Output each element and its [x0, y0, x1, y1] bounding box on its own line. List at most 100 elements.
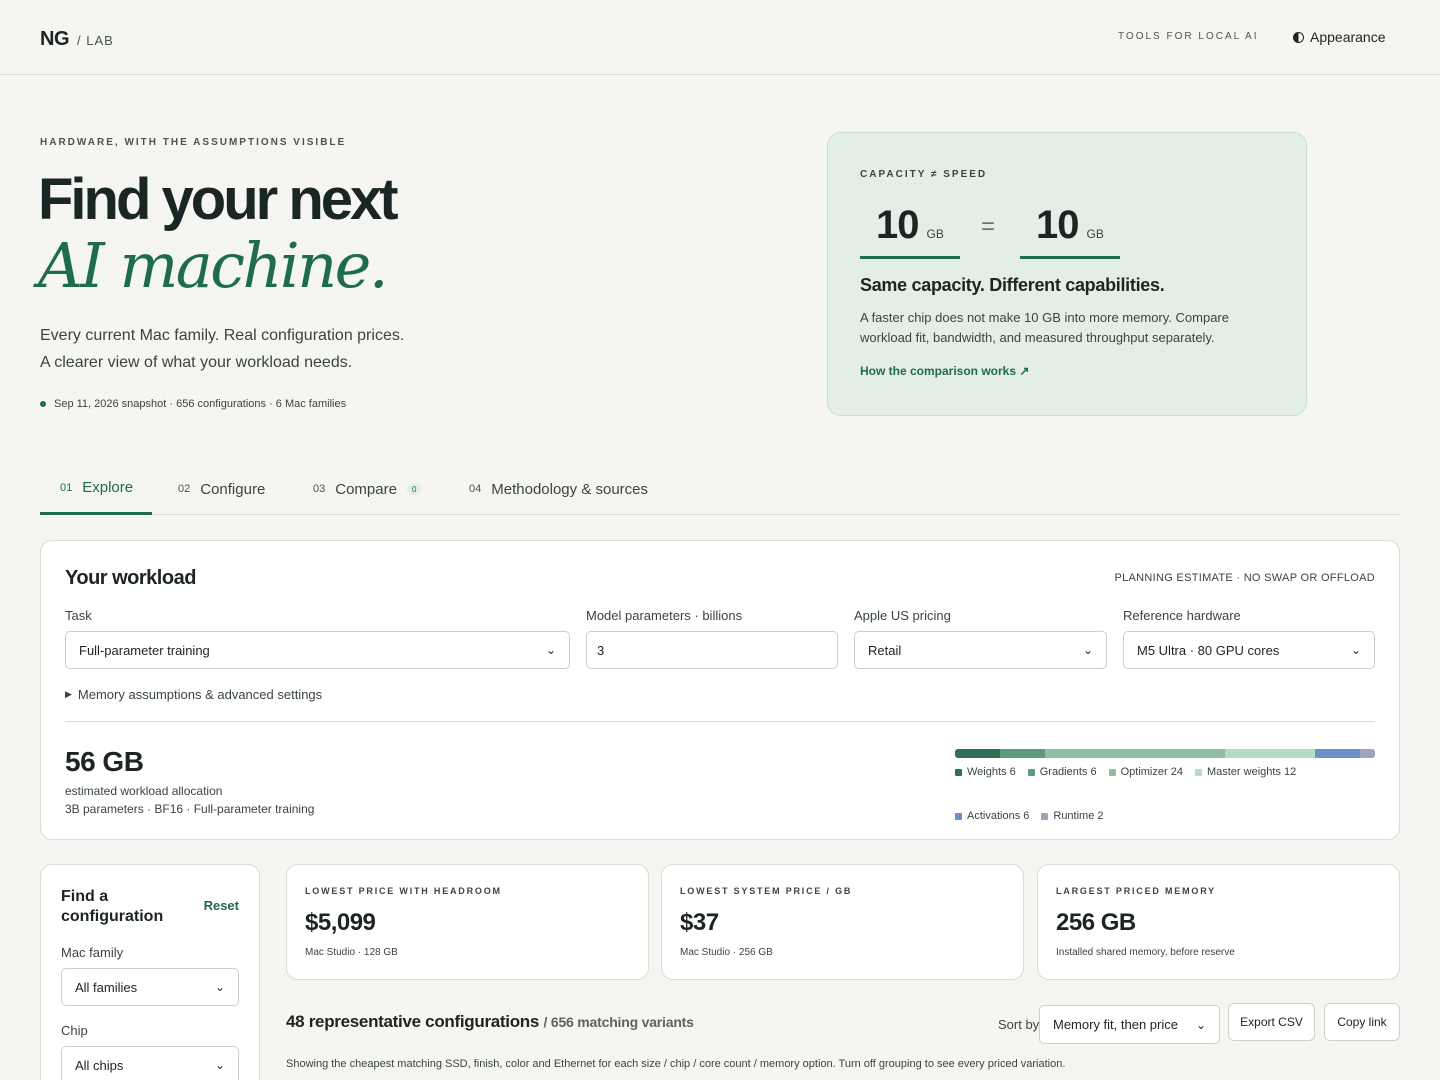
legend-label: Optimizer 24	[1120, 766, 1183, 778]
appearance-button[interactable]: Appearance	[1293, 29, 1386, 45]
reference-label: Reference hardware	[1123, 608, 1241, 623]
tab-number: 02	[178, 483, 191, 495]
memory-breakdown-bar	[955, 749, 1375, 758]
disclosure-triangle-icon: ▶	[65, 689, 72, 699]
top-bar: NG / LAB TOOLS FOR LOCAL AI Appearance	[0, 0, 1440, 75]
workload-note: PLANNING ESTIMATE · NO SWAP OR OFFLOAD	[1114, 572, 1375, 584]
hero-lede: Every current Mac family. Real configura…	[40, 322, 404, 376]
stat-subtext: Mac Studio · 128 GB	[305, 947, 398, 958]
reset-button[interactable]: Reset	[204, 898, 239, 913]
tab-label: Explore	[82, 479, 134, 496]
family-label: Mac family	[61, 945, 124, 960]
stat-value: $5,099	[305, 909, 376, 936]
snapshot-text: Sep 11, 2026 snapshot · 656 configuratio…	[54, 398, 347, 410]
copy-link-button[interactable]: Copy link	[1324, 1003, 1400, 1041]
stat-subtext: Installed shared memory, before reserve	[1056, 947, 1235, 958]
results-variants: / 656 matching variants	[543, 1014, 694, 1030]
legend-swatch	[1194, 768, 1202, 776]
capacity-title: Same capacity. Different capabilities.	[860, 275, 1165, 295]
legend-item: Optimizer 24	[1108, 766, 1183, 778]
stat-eyebrow: LARGEST PRICED MEMORY	[1056, 886, 1216, 896]
breakdown-segment	[955, 749, 1000, 758]
filter-title: Find a configuration	[61, 888, 164, 925]
stat-subtext: Mac Studio · 256 GB	[680, 947, 773, 958]
reference-select[interactable]: M5 Ultra · 80 GPU cores ⌄	[1123, 631, 1375, 669]
main-tabs: 01 Explore 02 Configure 03 Compare 0 04 …	[40, 463, 1400, 515]
contrast-icon	[1293, 31, 1304, 43]
pricing-label: Apple US pricing	[854, 608, 951, 623]
capacity-left-unit: GB	[926, 227, 944, 241]
capacity-right-number: 10	[1036, 203, 1079, 247]
export-csv-button[interactable]: Export CSV	[1228, 1003, 1315, 1041]
params-value: 3	[597, 642, 605, 658]
capacity-left-value: 10 GB	[860, 203, 960, 259]
params-label: Model parameters · billions	[586, 608, 743, 623]
tab-compare[interactable]: 03 Compare 0	[293, 463, 441, 515]
tab-configure[interactable]: 02 Configure	[158, 463, 285, 515]
filter-panel: Find a configuration Reset Mac family Al…	[40, 864, 260, 1080]
divider	[65, 721, 1375, 722]
breakdown-segment	[1000, 749, 1045, 758]
capacity-body: A faster chip does not make 10 GB into m…	[860, 310, 1229, 345]
legend-label: Activations 6	[967, 810, 1030, 822]
pricing-value: Retail	[868, 642, 902, 658]
legend-swatch	[955, 768, 962, 776]
params-input[interactable]: 3	[586, 631, 838, 669]
hero-title-line1: Find your next	[38, 167, 399, 232]
hero-eyebrow: HARDWARE, WITH THE ASSUMPTIONS VISIBLE	[40, 137, 347, 148]
sort-value: Memory fit, then price	[1053, 1017, 1178, 1032]
equals-sign: =	[981, 213, 996, 240]
stat-value: 256 GB	[1056, 909, 1136, 936]
breakdown-segment	[1360, 749, 1375, 758]
pricing-select[interactable]: Retail ⌄	[854, 631, 1107, 669]
stat-card-lowest-price: LOWEST PRICE WITH HEADROOM $5,099 Mac St…	[286, 864, 649, 980]
task-label: Task	[65, 608, 92, 623]
tab-explore[interactable]: 01 Explore	[40, 463, 152, 515]
grouping-note: Showing the cheapest matching SSD, finis…	[286, 1058, 1066, 1070]
capacity-card: CAPACITY ≠ SPEED 10 GB = 10 GB Same capa…	[827, 132, 1307, 416]
sort-select[interactable]: Memory fit, then price ⌄	[1039, 1005, 1220, 1044]
tab-label: Methodology & sources	[491, 480, 649, 498]
legend-item: Gradients 6	[1027, 766, 1097, 778]
legend-item: Weights 6	[955, 766, 1016, 778]
chevron-down-icon: ⌄	[1082, 643, 1093, 657]
stat-card-largest-memory: LARGEST PRICED MEMORY 256 GB Installed s…	[1037, 864, 1400, 980]
breakdown-segment	[1315, 749, 1360, 758]
legend-label: Gradients 6	[1039, 766, 1097, 778]
chevron-down-icon: ⌄	[214, 980, 225, 994]
legend-item: Master weights 12	[1194, 766, 1296, 778]
tab-label: Compare	[335, 480, 397, 498]
stat-eyebrow: LOWEST SYSTEM PRICE / GB	[680, 886, 853, 896]
chip-value: All chips	[75, 1057, 124, 1073]
hero-title-line2: AI machine.	[38, 229, 389, 302]
chip-select[interactable]: All chips ⌄	[61, 1046, 239, 1080]
tab-number: 03	[313, 483, 326, 495]
sort-label: Sort by	[998, 1017, 1040, 1032]
advanced-settings-toggle[interactable]: ▶ Memory assumptions & advanced settings	[65, 687, 322, 702]
family-value: All families	[75, 979, 138, 995]
comparison-link[interactable]: How the comparison works ↗	[860, 364, 1029, 378]
legend-item: Activations 6	[955, 810, 1029, 822]
breakdown-segment	[1225, 749, 1315, 758]
advanced-settings-label: Memory assumptions & advanced settings	[77, 687, 323, 702]
logo[interactable]: NG	[40, 28, 70, 51]
stat-eyebrow: LOWEST PRICE WITH HEADROOM	[305, 886, 502, 896]
workload-panel: Your workload PLANNING ESTIMATE · NO SWA…	[40, 540, 1400, 840]
stat-card-price-per-gb: LOWEST SYSTEM PRICE / GB $37 Mac Studio …	[661, 864, 1024, 980]
results-heading: 48 representative configurations / 656 m…	[286, 1012, 694, 1032]
tab-number: 04	[469, 483, 482, 495]
results-count: 48 representative configurations	[286, 1012, 540, 1031]
breakdown-segment	[1045, 749, 1225, 758]
family-select[interactable]: All families ⌄	[61, 968, 239, 1006]
legend-swatch	[955, 812, 962, 820]
capacity-right-unit: GB	[1086, 227, 1104, 241]
logo-subtitle: / LAB	[77, 33, 114, 48]
capacity-left-number: 10	[876, 203, 919, 247]
workload-total: 56 GB	[65, 746, 144, 777]
chip-label: Chip	[61, 1023, 88, 1038]
stat-value: $37	[680, 909, 719, 936]
tab-methodology[interactable]: 04 Methodology & sources	[449, 463, 668, 515]
task-select[interactable]: Full-parameter training ⌄	[65, 631, 570, 669]
reference-value: M5 Ultra · 80 GPU cores	[1137, 642, 1280, 658]
compare-count-badge: 0	[406, 483, 422, 495]
